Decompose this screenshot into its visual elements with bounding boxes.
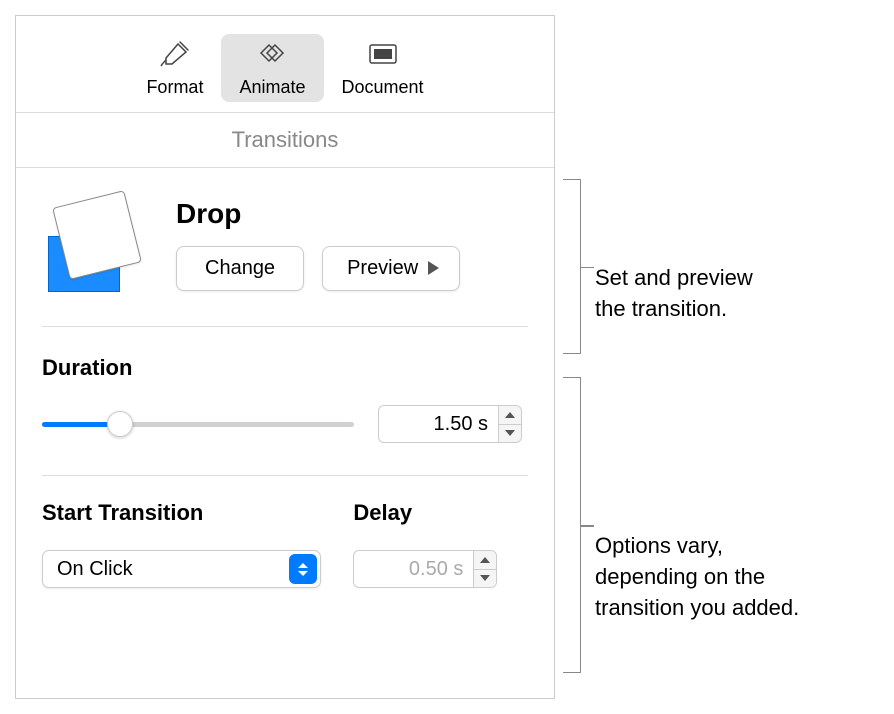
slider-thumb[interactable]	[107, 411, 133, 437]
chevron-up-icon	[505, 412, 515, 418]
start-delay-section: Start Transition On Click Delay	[16, 476, 554, 620]
updown-arrows-icon	[289, 554, 317, 584]
duration-label: Duration	[42, 355, 528, 381]
start-transition-value: On Click	[57, 558, 133, 581]
diamond-icon	[253, 38, 291, 73]
delay-stepper-down[interactable]	[474, 570, 496, 588]
change-button-label: Change	[205, 257, 275, 280]
section-header-transitions: Transitions	[16, 113, 554, 168]
document-icon	[364, 38, 402, 73]
callout-1: Set and preview the transition.	[595, 263, 753, 325]
duration-slider[interactable]	[42, 412, 354, 436]
duration-stepper-down[interactable]	[499, 425, 521, 443]
duration-input[interactable]	[378, 405, 498, 443]
duration-stepper	[498, 405, 522, 443]
preview-button-label: Preview	[347, 257, 418, 280]
tab-format-label: Format	[146, 77, 203, 98]
tab-animate[interactable]: Animate	[221, 34, 323, 102]
delay-stepper-up[interactable]	[474, 551, 496, 570]
callout-bracket-1	[563, 179, 581, 354]
delay-label: Delay	[353, 500, 528, 526]
tab-document[interactable]: Document	[324, 34, 442, 102]
callout-2-line-1: Options vary,	[595, 531, 799, 562]
callout-1-line-2: the transition.	[595, 294, 753, 325]
transition-header-row: Drop Change Preview	[16, 168, 554, 326]
duration-stepper-up[interactable]	[499, 406, 521, 425]
start-transition-label: Start Transition	[42, 500, 321, 526]
paintbrush-icon	[156, 38, 194, 73]
preview-button[interactable]: Preview	[322, 246, 460, 291]
tab-document-label: Document	[342, 77, 424, 98]
play-icon	[428, 261, 439, 275]
tab-animate-label: Animate	[239, 77, 305, 98]
chevron-up-icon	[480, 557, 490, 563]
delay-stepper	[473, 550, 497, 588]
inspector-panel: Format Animate Document Transitions	[15, 15, 555, 699]
callout-1-line-1: Set and preview	[595, 263, 753, 294]
chevron-down-icon	[480, 575, 490, 581]
delay-input[interactable]	[353, 550, 473, 588]
callout-2-line-3: transition you added.	[595, 593, 799, 624]
transition-name: Drop	[176, 198, 528, 230]
callout-2: Options vary, depending on the transitio…	[595, 531, 799, 623]
chevron-down-icon	[505, 430, 515, 436]
transition-controls: Drop Change Preview	[176, 198, 528, 291]
callouts-area: Set and preview the transition. Options …	[555, 15, 879, 699]
start-transition-select[interactable]: On Click	[42, 550, 321, 588]
change-button[interactable]: Change	[176, 246, 304, 291]
callout-bracket-2	[563, 377, 581, 673]
drop-transition-icon	[42, 194, 152, 294]
callout-2-line-2: depending on the	[595, 562, 799, 593]
tab-format[interactable]: Format	[128, 34, 221, 102]
duration-section: Duration	[16, 327, 554, 475]
inspector-tabs: Format Animate Document	[16, 16, 554, 113]
